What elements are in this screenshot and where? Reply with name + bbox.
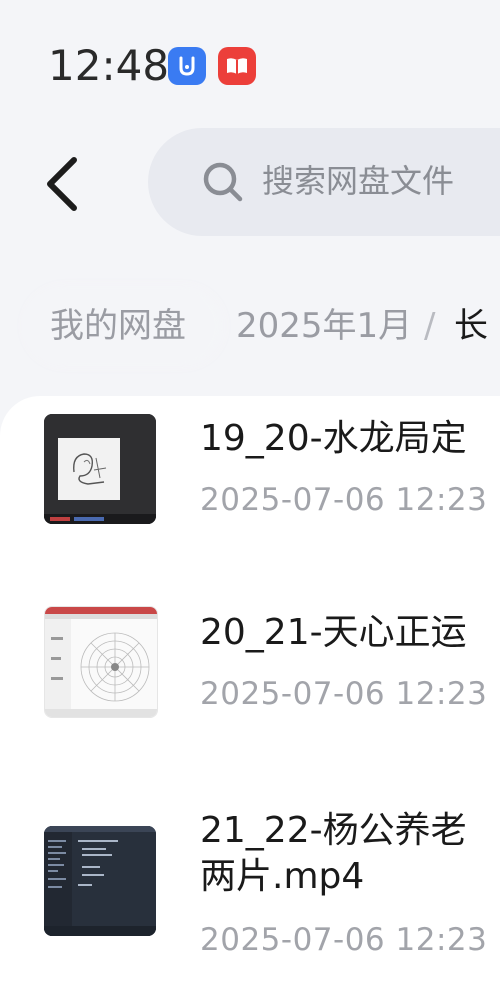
screen: 12:48 搜索网盘文件 我的网盘 2025年1月 / 长 19_20-水龙局定…	[0, 0, 500, 1000]
alarm-app-icon	[168, 47, 206, 85]
file-list: 19_20-水龙局定 2025-07-06 12:23 20_21-天心正运 2…	[0, 396, 500, 1000]
book-app-icon	[218, 47, 256, 85]
search-placeholder: 搜索网盘文件	[262, 162, 455, 200]
file-date: 2025-07-06 12:23	[200, 482, 488, 518]
breadcrumb-item-current[interactable]: 长	[454, 290, 488, 362]
back-button[interactable]	[38, 152, 94, 216]
chevron-left-icon	[47, 157, 77, 211]
breadcrumb-item-root[interactable]: 我的网盘	[22, 290, 214, 362]
compass-diagram-thumbnail	[44, 606, 158, 718]
file-name-line-2: 两片.mp4	[200, 856, 365, 897]
file-name-line-1: 21_22-杨公养老	[200, 810, 467, 851]
breadcrumb: 我的网盘 2025年1月 / 长	[0, 290, 500, 366]
status-time: 12:48	[48, 41, 170, 90]
file-date: 2025-07-06 12:23	[200, 676, 488, 712]
list-item[interactable]: 19_20-水龙局定 2025-07-06 12:23	[0, 396, 500, 596]
breadcrumb-item-month[interactable]: 2025年1月	[236, 290, 412, 362]
file-name: 20_21-天心正运	[200, 612, 467, 653]
dark-frame-sketch-thumbnail	[44, 414, 156, 524]
file-name: 19_20-水龙局定	[200, 418, 467, 459]
list-item[interactable]: 20_21-天心正运 2025-07-06 12:23	[0, 592, 500, 792]
list-item[interactable]: 21_22-杨公养老 两片.mp4 2025-07-06 12:23	[0, 796, 500, 996]
search-icon	[203, 162, 243, 202]
file-date: 2025-07-06 12:23	[200, 922, 488, 958]
search-input[interactable]: 搜索网盘文件	[148, 128, 500, 236]
breadcrumb-separator: /	[424, 306, 436, 346]
code-editor-thumbnail	[44, 826, 156, 936]
